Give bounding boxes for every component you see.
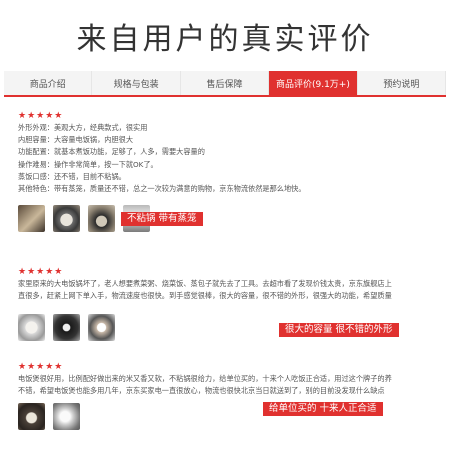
- review-photo[interactable]: [88, 205, 115, 233]
- review-photo[interactable]: [18, 314, 45, 342]
- review-photo[interactable]: [53, 314, 80, 342]
- product-tabs: 商品介绍 规格与包装 售后保障 商品评价(9.1万+) 预约说明: [4, 71, 447, 97]
- tab-specs-packaging[interactable]: 规格与包装: [92, 71, 181, 95]
- review-item: ★★★★★ 电饭煲很好用，比例配好做出来的米又香又软，不粘锅很给力，给单位买的，…: [18, 361, 446, 431]
- rating-stars: ★★★★★: [18, 111, 64, 121]
- review-item: ★★★★★ 外形外观：美观大方，经典款式，很实用 内胆容量：大容量电饭锅，内胆很…: [18, 110, 446, 233]
- review-line: 功能配置：就基本煮饭功能，足够了，人多，需要大容量的: [18, 147, 205, 157]
- review-photos: [18, 205, 446, 233]
- review-photo[interactable]: [53, 205, 80, 233]
- page-title: 来自用户的真实评价: [76, 22, 374, 57]
- review-line: 蒸饭口感：还不错，目前不粘锅。: [18, 171, 126, 181]
- review-line: 其他特色：带有蒸笼，质量还不错，总之一次较为满意的购物，京东物流依然是那么地快。: [18, 184, 306, 194]
- tab-product-intro[interactable]: 商品介绍: [4, 71, 93, 95]
- review-line: 电饭煲很好用，比例配好做出来的米又香又软，不粘锅很给力，给单位买的，十来个人吃饭…: [18, 374, 392, 383]
- review-line: 外形外观：美观大方，经典款式，很实用: [18, 123, 148, 132]
- rating-stars: ★★★★★: [18, 362, 64, 372]
- review-line: 家里原来的大电饭锅坏了，老人想要煮菜粥、烧菜饭、蒸包子就先去了工具。去超市看了发…: [18, 279, 392, 288]
- tab-after-sales[interactable]: 售后保障: [181, 71, 270, 95]
- review-photo[interactable]: [53, 403, 80, 431]
- rating-stars: ★★★★★: [18, 267, 64, 277]
- review-photo[interactable]: [18, 205, 45, 233]
- review-line: 操作难易：操作非常简单，按一下就OK了。: [18, 159, 158, 169]
- highlight-callout: 很大的容量 很不错的外形: [279, 323, 399, 337]
- review-line: 内胆容量：大容量电饭锅，内胆很大: [18, 135, 134, 145]
- review-line: 直很多，赶紧上网下单入手，物流速度也很快。到手感觉很棒，很大的容量，很不错的外形…: [18, 291, 392, 301]
- tab-booking-notes[interactable]: 预约说明: [358, 71, 447, 95]
- tab-reviews[interactable]: 商品评价(9.1万+): [269, 71, 358, 95]
- review-line: 不错，希望电饭煲也能多用几年，京东买家电一直很放心，物流也很快北京当日就送到了，…: [18, 386, 385, 396]
- review-photo[interactable]: [88, 314, 115, 342]
- highlight-callout: 给单位买的 十来人正合适: [263, 402, 383, 416]
- highlight-callout: 不粘锅 带有蒸笼: [121, 212, 203, 226]
- review-photo[interactable]: [18, 403, 45, 431]
